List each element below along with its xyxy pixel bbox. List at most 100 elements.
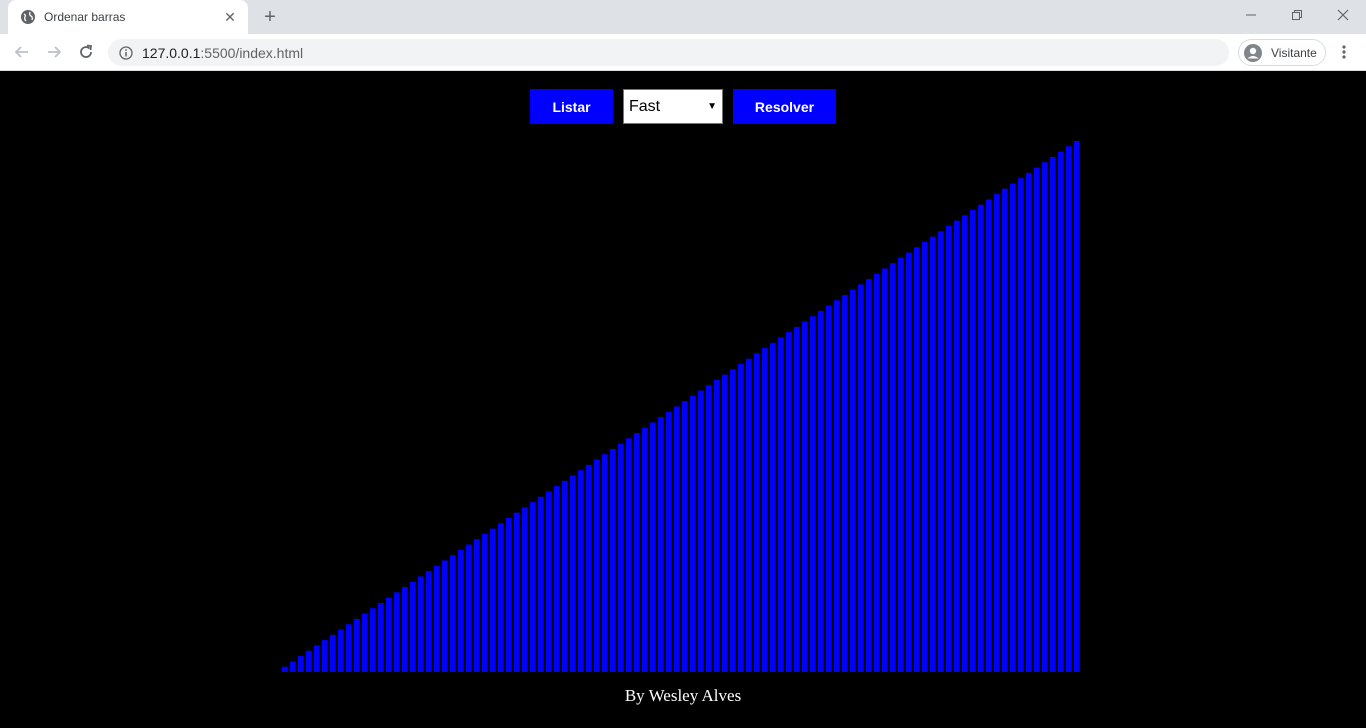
bar <box>482 533 488 672</box>
bar <box>586 464 592 672</box>
bar <box>1026 172 1032 672</box>
reload-icon[interactable] <box>72 38 100 66</box>
bar <box>418 576 424 672</box>
bar <box>546 491 552 672</box>
bar <box>498 523 504 672</box>
tab-strip: Ordenar barras ✕ + <box>0 0 1366 34</box>
bar <box>466 544 472 672</box>
info-icon[interactable] <box>118 45 134 61</box>
bar <box>658 417 664 672</box>
bar <box>778 337 784 672</box>
close-window-icon[interactable] <box>1320 0 1366 30</box>
new-tab-icon[interactable]: + <box>258 6 282 28</box>
bar <box>490 528 496 672</box>
bar <box>602 454 608 672</box>
bar <box>290 661 296 672</box>
bar <box>818 310 824 672</box>
chevron-down-icon: ▼ <box>707 101 717 112</box>
bar <box>1018 178 1024 672</box>
bar <box>426 571 432 672</box>
url-path: :5500/index.html <box>200 44 304 61</box>
bar <box>538 496 544 672</box>
address-bar[interactable]: 127.0.0.1:5500/index.html <box>108 39 1229 66</box>
bar <box>330 634 336 672</box>
bar <box>410 581 416 672</box>
bar <box>786 332 792 672</box>
bar <box>386 597 392 672</box>
bar <box>474 539 480 672</box>
bar <box>850 289 856 672</box>
bar <box>722 374 728 672</box>
listar-button[interactable]: Listar <box>530 89 613 124</box>
bar <box>810 316 816 672</box>
profile-button[interactable]: Visitante <box>1238 39 1326 66</box>
bar <box>642 427 648 672</box>
minimize-icon[interactable] <box>1228 0 1274 30</box>
bar <box>794 326 800 672</box>
bar <box>554 486 560 672</box>
bar <box>1050 156 1056 672</box>
bar <box>858 284 864 672</box>
bar <box>898 257 904 672</box>
bar <box>802 321 808 672</box>
browser-tab[interactable]: Ordenar barras ✕ <box>8 0 248 34</box>
restore-icon[interactable] <box>1274 0 1320 30</box>
bar <box>626 438 632 672</box>
bar <box>938 231 944 672</box>
bar <box>522 507 528 672</box>
browser-chrome: Ordenar barras ✕ + 127.0.0.1:5500/index.… <box>0 0 1366 71</box>
bar <box>890 263 896 672</box>
bar <box>666 411 672 672</box>
controls-bar: Listar Fast ▼ Resolver <box>0 89 1366 124</box>
bar <box>834 300 840 672</box>
bar <box>922 241 928 672</box>
forward-icon[interactable] <box>40 38 68 66</box>
url-host: 127.0.0.1 <box>142 44 201 61</box>
bar <box>378 602 384 672</box>
bar <box>346 624 352 672</box>
bar <box>442 560 448 672</box>
bar <box>730 369 736 672</box>
bar <box>866 279 872 672</box>
resolver-button[interactable]: Resolver <box>733 89 836 124</box>
bar <box>690 395 696 672</box>
bars-chart <box>282 141 1080 672</box>
bar <box>986 199 992 672</box>
bar <box>994 194 1000 672</box>
speed-select-value: Fast <box>629 97 661 115</box>
close-tab-icon[interactable]: ✕ <box>220 7 240 27</box>
bar <box>282 666 288 672</box>
more-menu-icon[interactable] <box>1334 38 1354 66</box>
bar <box>842 294 848 672</box>
footer-credit: By Wesley Alves <box>624 686 742 705</box>
globe-icon <box>20 9 36 25</box>
bar <box>754 353 760 672</box>
bar <box>402 587 408 672</box>
tab-title: Ordenar barras <box>44 10 126 24</box>
bar <box>698 390 704 672</box>
bar <box>770 342 776 672</box>
url-text: 127.0.0.1:5500/index.html <box>142 45 303 61</box>
bar <box>746 358 752 672</box>
bar <box>962 215 968 672</box>
bar <box>650 422 656 672</box>
bar <box>562 480 568 672</box>
avatar-icon <box>1242 42 1264 64</box>
page-content: Listar Fast ▼ Resolver By Wesley Alves <box>0 71 1366 728</box>
bar <box>874 273 880 672</box>
bar <box>1066 146 1072 672</box>
bar <box>970 210 976 672</box>
bar <box>826 305 832 672</box>
bar <box>930 236 936 672</box>
back-icon[interactable] <box>8 38 36 66</box>
bar <box>762 348 768 672</box>
bar <box>394 592 400 672</box>
bar <box>458 549 464 672</box>
browser-toolbar: 127.0.0.1:5500/index.html Visitante <box>0 34 1366 71</box>
bar <box>354 618 360 672</box>
speed-select[interactable]: Fast ▼ <box>623 89 723 124</box>
bar <box>1010 183 1016 672</box>
bar <box>738 364 744 672</box>
bar <box>314 645 320 672</box>
bar <box>1058 151 1064 672</box>
